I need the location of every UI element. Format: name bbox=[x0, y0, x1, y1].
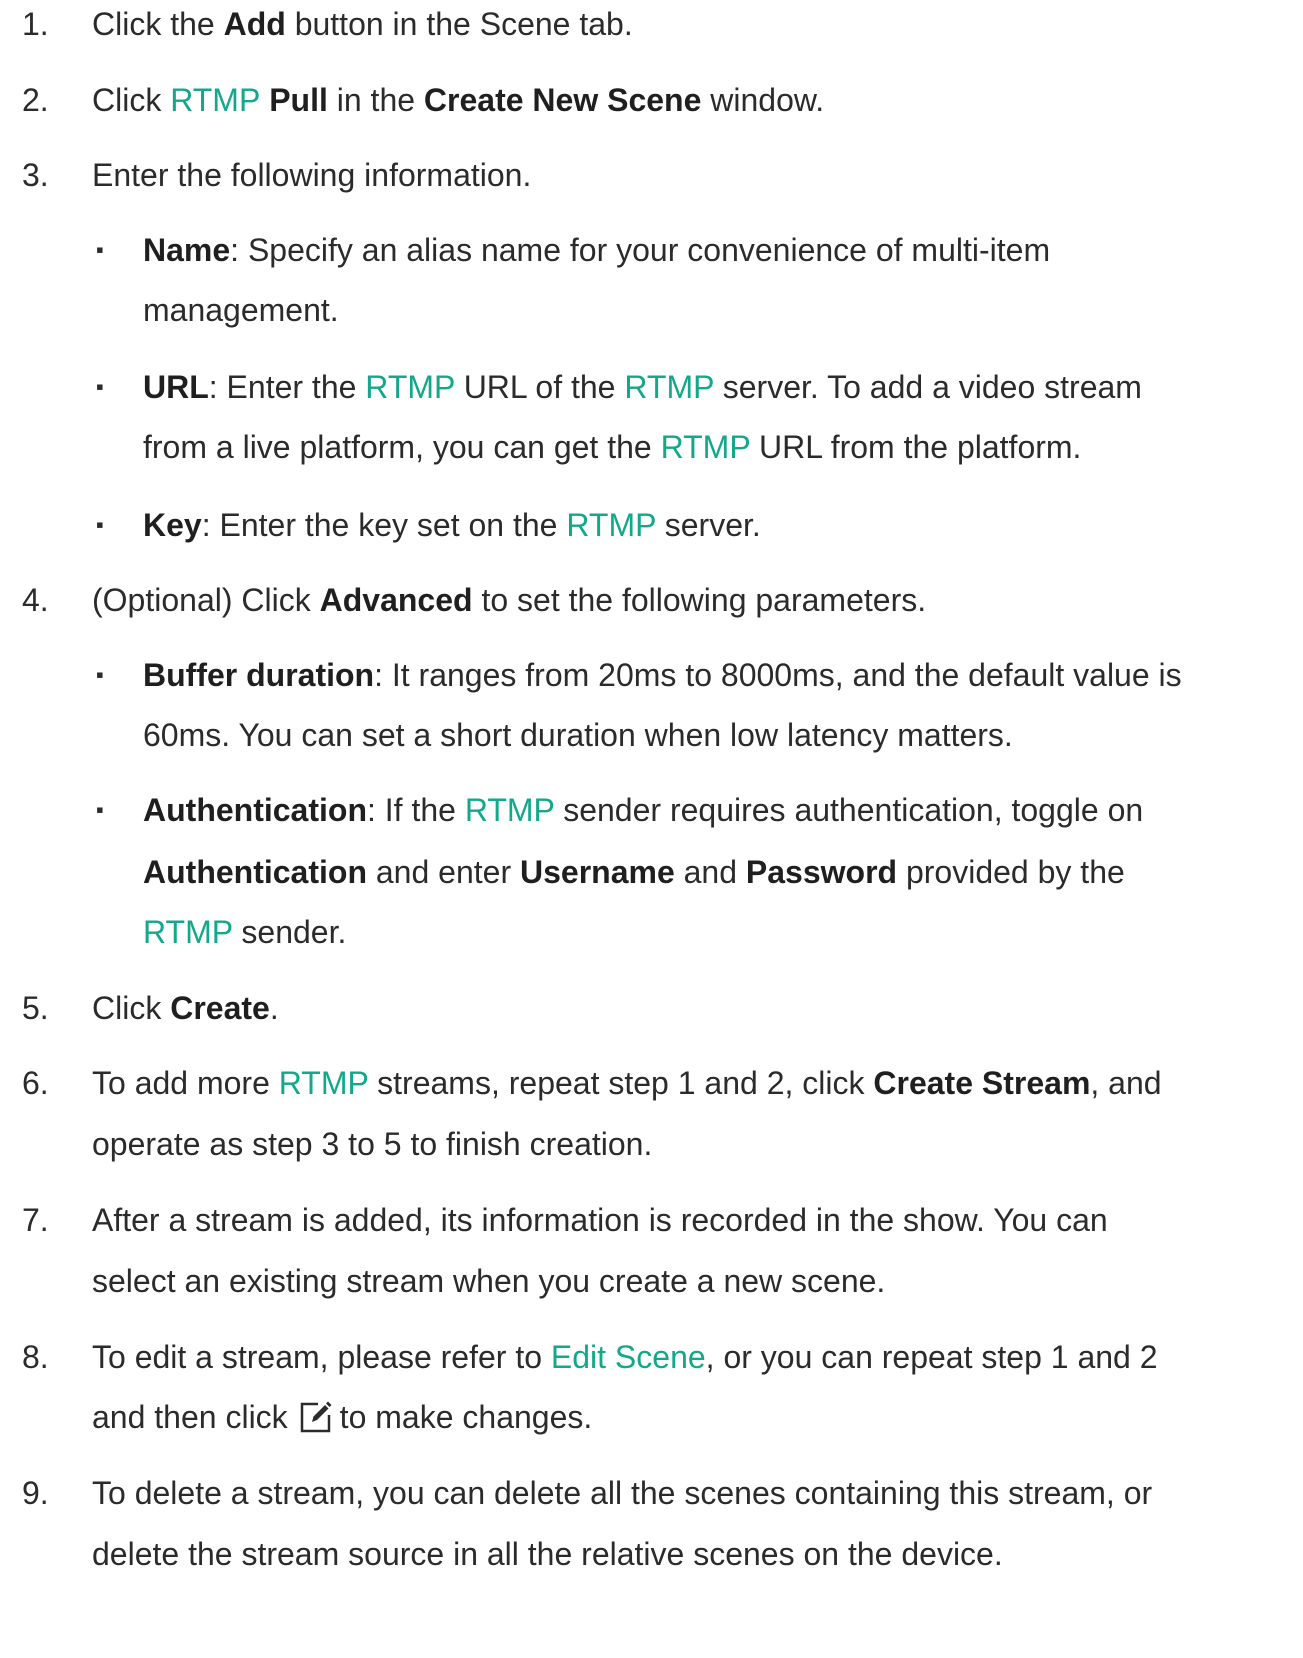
step-text: (Optional) Click bbox=[92, 582, 320, 618]
step-text: To delete a stream, you can delete all t… bbox=[92, 1475, 1153, 1511]
step-text: Click bbox=[92, 990, 171, 1026]
step-text: Click bbox=[92, 82, 171, 118]
bullet-text: from a live platform, you can get the bbox=[143, 429, 661, 465]
step-number: 4. bbox=[22, 582, 49, 618]
bullet-text: sender requires authentication, toggle o… bbox=[554, 792, 1144, 828]
edit-icon[interactable] bbox=[298, 1399, 334, 1435]
bullet-text: 60ms. You can set a short duration when … bbox=[143, 717, 1013, 753]
bullet-text: and enter bbox=[366, 854, 520, 890]
step-text: to set the following parameters. bbox=[472, 582, 927, 618]
step-number: 5. bbox=[22, 990, 49, 1026]
ui-term: Create bbox=[170, 990, 270, 1026]
step-text: Enter the following information. bbox=[92, 157, 532, 193]
step-text: window. bbox=[701, 82, 825, 118]
bullet-marker: ▪ bbox=[96, 237, 104, 262]
ui-term: Pull bbox=[260, 82, 328, 118]
bullet-marker: ▪ bbox=[96, 512, 104, 537]
ui-term: Authentication bbox=[143, 792, 367, 828]
step-text: select an existing stream when you creat… bbox=[92, 1263, 886, 1299]
step-text: streams, repeat step 1 and 2, click bbox=[368, 1065, 874, 1101]
rtmp-link[interactable]: RTMP bbox=[465, 792, 555, 828]
step-text: in the bbox=[327, 82, 424, 118]
step-number: 9. bbox=[22, 1475, 49, 1511]
rtmp-link[interactable]: RTMP bbox=[624, 369, 714, 405]
rtmp-link[interactable]: RTMP bbox=[170, 82, 260, 118]
bullet-text: : Specify an alias name for your conveni… bbox=[230, 232, 1051, 268]
bullet-text: provided by the bbox=[897, 854, 1125, 890]
step-text: . bbox=[269, 990, 279, 1026]
step-number: 7. bbox=[22, 1202, 49, 1238]
ui-term: Name bbox=[143, 232, 231, 268]
ui-term: Buffer duration bbox=[143, 657, 375, 693]
rtmp-link[interactable]: RTMP bbox=[143, 914, 233, 950]
ui-term: Password bbox=[745, 854, 898, 890]
step-text: After a stream is added, its information… bbox=[92, 1202, 1108, 1238]
bullet-text: sender. bbox=[232, 914, 347, 950]
bullet-text: management. bbox=[143, 292, 339, 328]
ui-term: Add bbox=[223, 6, 286, 42]
bullet-text: URL of the bbox=[454, 369, 625, 405]
bullet-text: : Enter the key set on the bbox=[201, 507, 567, 543]
step-text: Click the bbox=[92, 6, 224, 42]
bullet-text: server. bbox=[655, 507, 761, 543]
step-text: button in the Scene tab. bbox=[285, 6, 633, 42]
step-number: 2. bbox=[22, 82, 49, 118]
rtmp-link[interactable]: RTMP bbox=[661, 429, 751, 465]
ui-term: Key bbox=[143, 507, 202, 543]
edit-scene-link[interactable]: Edit Scene bbox=[551, 1339, 706, 1375]
bullet-marker: ▪ bbox=[96, 374, 104, 399]
ui-term: Advanced bbox=[319, 582, 473, 618]
ui-term: Create New Scene bbox=[423, 82, 702, 118]
bullet-text: URL from the platform. bbox=[750, 429, 1082, 465]
step-number: 3. bbox=[22, 157, 49, 193]
bullet-text: and bbox=[674, 854, 746, 890]
document-page: 1. Click the Add button in the Scene tab… bbox=[0, 0, 1303, 1658]
step-text: To add more bbox=[92, 1065, 279, 1101]
step-text: , and bbox=[1090, 1065, 1162, 1101]
bullet-text: server. To add a video stream bbox=[713, 369, 1142, 405]
step-text: , or you can repeat step 1 and 2 bbox=[705, 1339, 1158, 1375]
step-text: delete the stream source in all the rela… bbox=[92, 1536, 1003, 1572]
step-text: To edit a stream, please refer to bbox=[92, 1339, 551, 1375]
ui-term: Authentication bbox=[143, 854, 367, 890]
rtmp-link[interactable]: RTMP bbox=[279, 1065, 369, 1101]
step-text: to make changes. bbox=[339, 1399, 593, 1435]
bullet-text: : If the bbox=[366, 792, 465, 828]
bullet-text: : Enter the bbox=[208, 369, 366, 405]
bullet-marker: ▪ bbox=[96, 797, 104, 822]
rtmp-link[interactable]: RTMP bbox=[365, 369, 455, 405]
step-text: and then click bbox=[92, 1399, 288, 1435]
ui-term: URL bbox=[143, 369, 209, 405]
bullet-text: : It ranges from 20ms to 8000ms, and the… bbox=[374, 657, 1182, 693]
step-number: 1. bbox=[22, 6, 49, 42]
step-number: 8. bbox=[22, 1339, 49, 1375]
ui-term: Username bbox=[519, 854, 675, 890]
ui-term: Create Stream bbox=[873, 1065, 1091, 1101]
rtmp-link[interactable]: RTMP bbox=[566, 507, 656, 543]
bullet-marker: ▪ bbox=[96, 662, 104, 687]
step-text: operate as step 3 to 5 to finish creatio… bbox=[92, 1126, 653, 1162]
step-number: 6. bbox=[22, 1065, 49, 1101]
